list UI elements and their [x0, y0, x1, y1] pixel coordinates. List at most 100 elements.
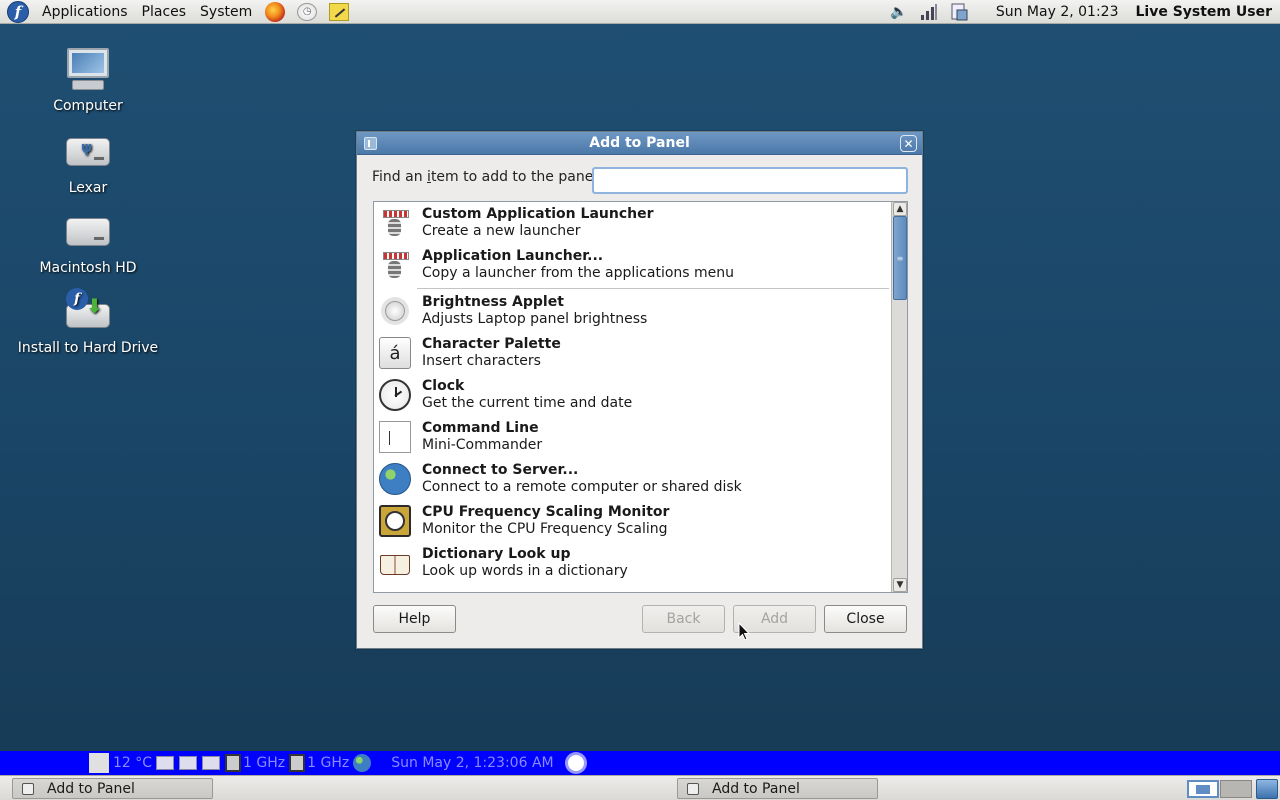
list-item[interactable]: Command Line Mini-Commander — [374, 416, 891, 458]
desktop-icon-install[interactable]: f ⬇ Install to Hard Drive — [13, 288, 163, 356]
item-name: Custom Application Launcher — [422, 206, 654, 222]
usb-drive-icon: ψ — [64, 128, 112, 176]
list-separator — [417, 288, 889, 289]
desktop-icon-macintosh-hd[interactable]: Macintosh HD — [13, 208, 163, 276]
list-item[interactable]: Application Launcher... Copy a launcher f… — [374, 244, 891, 286]
close-button[interactable]: Close — [824, 605, 907, 633]
bottom-applet-panel: 12 °C 1 GHz 1 GHz Sun May 2, 1:23:06 AM — [0, 751, 1280, 775]
desktop-icon-computer[interactable]: Computer — [13, 46, 163, 114]
notes-icon — [329, 2, 350, 21]
item-desc: Look up words in a dictionary — [422, 563, 628, 579]
dictionary-icon — [379, 547, 411, 579]
task-button[interactable]: Add to Panel — [12, 778, 213, 799]
launcher-icon — [379, 249, 411, 281]
item-desc: Copy a launcher from the applications me… — [422, 265, 735, 281]
volume-icon[interactable]: 🔈 — [889, 2, 909, 22]
back-button[interactable]: Back — [642, 605, 725, 633]
item-name: Connect to Server... — [422, 462, 579, 478]
cpu-icon — [379, 505, 411, 537]
fedora-logo-icon[interactable]: f — [7, 0, 29, 23]
cpu-chip-icon[interactable] — [225, 754, 242, 772]
brightness-icon — [379, 295, 411, 327]
window-menu-icon[interactable] — [364, 137, 377, 150]
item-desc: Insert characters — [422, 353, 541, 369]
bottom-taskbar: Add to Panel Add to Panel — [0, 775, 1280, 800]
globe-icon — [379, 463, 411, 495]
weather-temperature[interactable]: 12 °C — [113, 755, 152, 771]
network-icon[interactable] — [919, 2, 939, 22]
items-list-viewport: Custom Application Launcher Create a new … — [374, 202, 891, 592]
cpu-frequency-1[interactable]: 1 GHz — [243, 755, 285, 771]
top-panel-tray: 🔈 Sun May 2, 01:23 Live System User — [884, 0, 1280, 24]
install-icon: f ⬇ — [64, 288, 112, 336]
cpu-chip-icon[interactable] — [289, 754, 306, 772]
launcher-icon — [379, 207, 411, 239]
dialog-title: Add to Panel — [589, 135, 690, 151]
close-icon[interactable]: ✕ — [900, 135, 917, 152]
command-line-icon — [379, 421, 411, 453]
item-desc: Adjusts Laptop panel brightness — [422, 311, 648, 327]
list-item[interactable]: Connect to Server... Connect to a remote … — [374, 458, 891, 500]
desktop-icon-label: Lexar — [68, 180, 108, 196]
firefox-launcher[interactable] — [264, 1, 286, 23]
task-button[interactable]: Add to Panel — [677, 778, 878, 799]
find-row: Find an item to add to the panel: — [372, 169, 602, 185]
list-item[interactable]: Clock Get the current time and date — [374, 374, 891, 416]
items-list[interactable]: Custom Application Launcher Create a new … — [373, 201, 908, 593]
list-item[interactable]: Custom Application Launcher Create a new … — [374, 202, 891, 244]
menu-system[interactable]: System — [193, 0, 259, 24]
mail-clock-icon: ◷ — [297, 2, 318, 21]
mail-launcher[interactable]: ◷ — [296, 1, 318, 23]
window-icon — [22, 782, 34, 795]
clock-icon — [379, 379, 411, 411]
list-item[interactable]: CPU Frequency Scaling Monitor Monitor the… — [374, 500, 891, 542]
desktop-icon-label: Computer — [53, 98, 123, 114]
find-label: Find an item to add to the panel: — [372, 169, 602, 185]
panel-clock[interactable]: Sun May 2, 01:23 — [996, 4, 1119, 20]
item-desc: Mini-Commander — [422, 437, 543, 453]
mail-icon[interactable] — [202, 756, 221, 770]
applet-box-icon[interactable] — [89, 753, 109, 773]
help-button[interactable]: Help — [373, 605, 456, 633]
menu-applications[interactable]: Applications — [35, 0, 135, 24]
workspace-2[interactable] — [1220, 780, 1252, 798]
item-desc: Get the current time and date — [422, 395, 633, 411]
list-item[interactable]: Dictionary Look up Look up words in a dic… — [374, 542, 891, 584]
blue-panel-clock[interactable]: Sun May 2, 1:23:06 AM — [391, 755, 553, 771]
user-switcher[interactable]: Live System User — [1135, 4, 1272, 20]
updates-icon[interactable] — [949, 2, 969, 22]
search-input[interactable] — [592, 167, 908, 194]
item-name: Brightness Applet — [422, 294, 564, 310]
item-desc: Connect to a remote computer or shared d… — [422, 479, 742, 495]
brightness-icon[interactable] — [567, 755, 584, 771]
list-scrollbar[interactable]: ▲ ≡ ▼ — [891, 202, 907, 592]
list-item[interactable]: Brightness Applet Adjusts Laptop panel br… — [374, 290, 891, 332]
cpu-frequency-2[interactable]: 1 GHz — [307, 755, 349, 771]
list-item[interactable]: á Character Palette Insert characters — [374, 332, 891, 374]
menu-places[interactable]: Places — [135, 0, 194, 24]
desktop-icon-lexar[interactable]: ψ Lexar — [13, 128, 163, 196]
mouse-cursor-icon — [738, 622, 750, 641]
item-name: Character Palette — [422, 336, 561, 352]
item-desc: Monitor the CPU Frequency Scaling — [422, 521, 668, 537]
item-name: Clock — [422, 378, 465, 394]
desktop-icon-label: Install to Hard Drive — [17, 340, 159, 356]
item-name: Application Launcher... — [422, 248, 604, 264]
scroll-up-icon[interactable]: ▲ — [893, 202, 907, 216]
notes-launcher[interactable] — [328, 1, 350, 23]
drive-mount-icon[interactable] — [156, 756, 175, 770]
item-name: Dictionary Look up — [422, 546, 571, 562]
character-palette-icon: á — [379, 337, 411, 369]
item-name: CPU Frequency Scaling Monitor — [422, 504, 670, 520]
window-icon — [687, 782, 699, 795]
scroll-down-icon[interactable]: ▼ — [893, 578, 907, 592]
dialog-titlebar[interactable]: Add to Panel ✕ — [357, 132, 922, 155]
computer-icon — [64, 46, 112, 94]
drive-mount-icon[interactable] — [179, 756, 198, 770]
item-desc: Create a new launcher — [422, 223, 581, 239]
show-desktop-icon[interactable] — [1256, 779, 1278, 799]
scroll-thumb[interactable]: ≡ — [893, 216, 907, 300]
workspace-1[interactable] — [1187, 780, 1219, 798]
add-to-panel-dialog: Add to Panel ✕ Find an item to add to th… — [356, 131, 923, 649]
globe-icon[interactable] — [353, 754, 372, 772]
